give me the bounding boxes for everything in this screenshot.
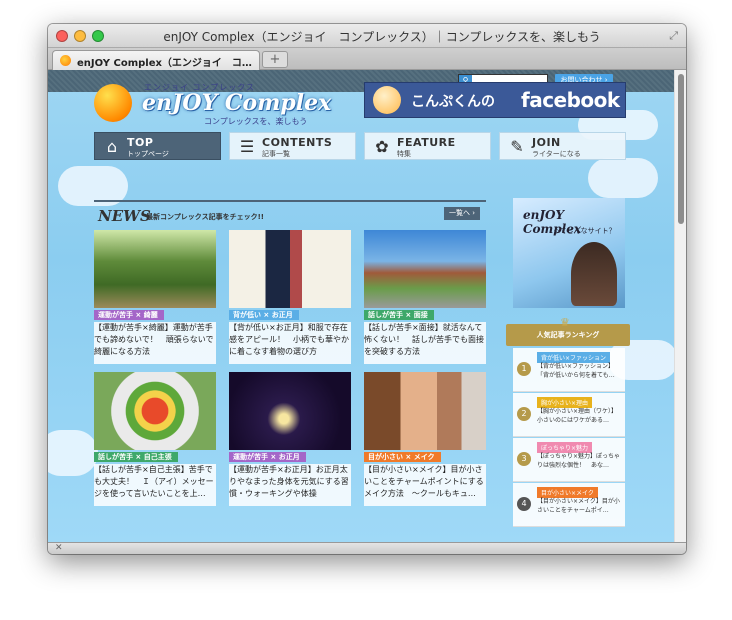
nav-sub: ライターになる — [532, 150, 581, 158]
news-card[interactable]: 話しが苦手 × 自己主張 【話しが苦手×自己主張】苦手でも大丈夫！ Ｉ（アイ）メ… — [94, 372, 216, 506]
facebook-banner-text: facebook — [521, 88, 620, 112]
news-thumbnail[interactable] — [94, 230, 216, 308]
tab-bar: enJOY Complex（エンジョイ コ… + — [48, 48, 686, 70]
minimize-window-button[interactable] — [74, 30, 86, 42]
news-thumbnail[interactable] — [364, 230, 486, 308]
news-card-title[interactable]: 【話しが苦手×面接】就活なんて怖くない！ 話しが苦手でも面接を突破する方法 — [364, 322, 486, 364]
home-icon: ⌂ — [106, 137, 118, 156]
vertical-scrollbar[interactable] — [674, 70, 686, 542]
news-thumbnail[interactable] — [94, 372, 216, 450]
crown-icon: ♛ — [560, 316, 570, 329]
rank-number: 3 — [517, 452, 531, 466]
rank-number: 2 — [517, 407, 531, 421]
news-category-badge[interactable]: 運動が苦手 × 綺麗 — [94, 310, 164, 320]
nav-sub: 記事一覧 — [262, 150, 290, 158]
rank-number: 4 — [517, 497, 531, 511]
page-viewport: ⚲ お問い合わせ › エンジョイ コンプレックス enJOY Complex コ… — [48, 70, 686, 542]
rank-title[interactable]: 【胸が小さい×理由（ワケ）】小さいのにはワケがある… — [537, 407, 623, 425]
mascot-icon — [373, 86, 401, 114]
new-tab-button[interactable]: + — [262, 51, 288, 68]
nav-item-join[interactable]: ✎ JOIN ライターになる — [499, 132, 626, 160]
news-category-badge[interactable]: 話しが苦手 × 自己主張 — [94, 452, 178, 462]
news-card[interactable]: 話しが苦手 × 面接 【話しが苦手×面接】就活なんて怖くない！ 話しが苦手でも面… — [364, 230, 486, 364]
about-banner[interactable]: enJOY Complex ってどんなサイト？ — [513, 198, 625, 308]
nav-item-feature[interactable]: ✿ FEATURE 特集 — [364, 132, 491, 160]
news-card-title[interactable]: 【運動が苦手×お正月】お正月太りやなまった身体を元気にする習慣・ウォーキングや体… — [229, 464, 351, 506]
nav-title: JOIN — [532, 136, 561, 149]
cloud-decoration — [48, 430, 98, 476]
news-card-title[interactable]: 【話しが苦手×自己主張】苦手でも大丈夫！ Ｉ（アイ）メッセージを使って言いたいこ… — [94, 464, 216, 506]
pencil-icon: ✎ — [510, 137, 524, 156]
status-bar: ✕ — [48, 542, 686, 554]
ranking-header: ♛ 人気記事ランキング — [506, 316, 630, 346]
ranking-item[interactable]: 4 目が小さい×メイク 【目が小さい×メイク】目が小さいことをチャームポイ… — [513, 483, 625, 527]
rank-number: 1 — [517, 362, 531, 376]
window-title: enJOY Complex（エンジョイ コンプレックス）｜コンプレックスを、楽し… — [163, 30, 601, 44]
news-thumbnail[interactable] — [364, 372, 486, 450]
nav-sub: 特集 — [397, 150, 411, 158]
nav-title: TOP — [127, 136, 154, 149]
rank-title[interactable]: 【ぽっちゃり×魅力】ぽっちゃりは強烈な個性！ あな… — [537, 452, 623, 470]
nav-title: CONTENTS — [262, 136, 333, 149]
tab-label: enJOY Complex（エンジョイ コ… — [77, 58, 252, 69]
ranking-item[interactable]: 2 胸が小さい×理由 【胸が小さい×理由（ワケ）】小さいのにはワケがある… — [513, 393, 625, 437]
news-card[interactable]: 目が小さい × メイク 【目が小さい×メイク】目が小さいことをチャームポイントに… — [364, 372, 486, 506]
close-window-button[interactable] — [56, 30, 68, 42]
flower-icon: ✿ — [375, 137, 389, 156]
nav-item-top[interactable]: ⌂ TOP トップページ — [94, 132, 221, 160]
news-category-badge[interactable]: 目が小さい × メイク — [364, 452, 441, 462]
news-category-badge[interactable]: 話しが苦手 × 面接 — [364, 310, 434, 320]
news-thumbnail[interactable] — [229, 230, 351, 308]
news-card-title[interactable]: 【運動が苦手×綺麗】運動が苦手でも諦めないで！ 頑張らないで綺麗になる方法 — [94, 322, 216, 364]
zoom-window-button[interactable] — [92, 30, 104, 42]
browser-tab[interactable]: enJOY Complex（エンジョイ コ… — [52, 50, 260, 70]
logo-text: enJOY Complex — [142, 90, 332, 116]
nav-title: FEATURE — [397, 136, 456, 149]
news-card-title[interactable]: 【背が低い×お正月】和服で存在感をアピール！ 小柄でも華やかに着こなす着物の選び… — [229, 322, 351, 364]
news-card[interactable]: 背が低い × お正月 【背が低い×お正月】和服で存在感をアピール！ 小柄でも華や… — [229, 230, 351, 364]
nav-sub: トップページ — [127, 150, 169, 158]
facebook-banner[interactable]: こんぷくんの facebook — [364, 82, 626, 118]
scrollbar-thumb[interactable] — [678, 74, 684, 224]
news-category-badge[interactable]: 背が低い × お正月 — [229, 310, 299, 320]
list-icon: ☰ — [239, 137, 255, 156]
news-more-button[interactable]: 一覧へ › — [444, 207, 480, 220]
news-title: NEWS — [98, 207, 151, 225]
news-card[interactable]: 運動が苦手 × 綺麗 【運動が苦手×綺麗】運動が苦手でも諦めないで！ 頑張らない… — [94, 230, 216, 364]
news-thumbnail[interactable] — [229, 372, 351, 450]
favicon-icon — [60, 55, 71, 66]
nav-item-contents[interactable]: ☰ CONTENTS 記事一覧 — [229, 132, 356, 160]
close-status-icon[interactable]: ✕ — [55, 543, 63, 553]
ranking-title: 人気記事ランキング — [536, 331, 600, 339]
facebook-banner-jp: こんぷくんの — [411, 94, 495, 110]
about-banner-subtitle: ってどんなサイト？ — [553, 227, 616, 235]
site-logo[interactable]: エンジョイ コンプレックス enJOY Complex コンプレックスを、楽しも… — [94, 80, 334, 130]
fullscreen-icon[interactable]: ⤢ — [669, 29, 678, 43]
rank-title[interactable]: 【目が小さい×メイク】目が小さいことをチャームポイ… — [537, 497, 623, 515]
logo-mark-icon — [94, 84, 132, 122]
ranking-item[interactable]: 1 背が低い×ファッション 【背が低い×ファッション】「背が低いから何を着ても… — [513, 348, 625, 392]
global-nav: ⌂ TOP トップページ ☰ CONTENTS 記事一覧 ✿ FEATURE 特… — [94, 132, 626, 162]
logo-tagline: コンプレックスを、楽しもう — [204, 117, 308, 126]
news-card-title[interactable]: 【目が小さい×メイク】目が小さいことをチャームポイントにするメイク方法 ～クール… — [364, 464, 486, 506]
news-header: NEWS 最新コンプレックス記事をチェック!! 一覧へ › — [94, 200, 486, 225]
news-card[interactable]: 運動が苦手 × お正月 【運動が苦手×お正月】お正月太りやなまった身体を元気にす… — [229, 372, 351, 506]
cloud-decoration — [588, 158, 658, 198]
title-bar: enJOY Complex（エンジョイ コンプレックス）｜コンプレックスを、楽し… — [48, 24, 686, 48]
ranking-item[interactable]: 3 ぽっちゃり×魅力 【ぽっちゃり×魅力】ぽっちゃりは強烈な個性！ あな… — [513, 438, 625, 482]
news-subtitle: 最新コンプレックス記事をチェック!! — [146, 213, 264, 221]
banner-person-image — [571, 242, 617, 306]
news-category-badge[interactable]: 運動が苦手 × お正月 — [229, 452, 306, 462]
browser-window: enJOY Complex（エンジョイ コンプレックス）｜コンプレックスを、楽し… — [48, 24, 686, 554]
rank-title[interactable]: 【背が低い×ファッション】「背が低いから何を着ても… — [537, 362, 623, 380]
